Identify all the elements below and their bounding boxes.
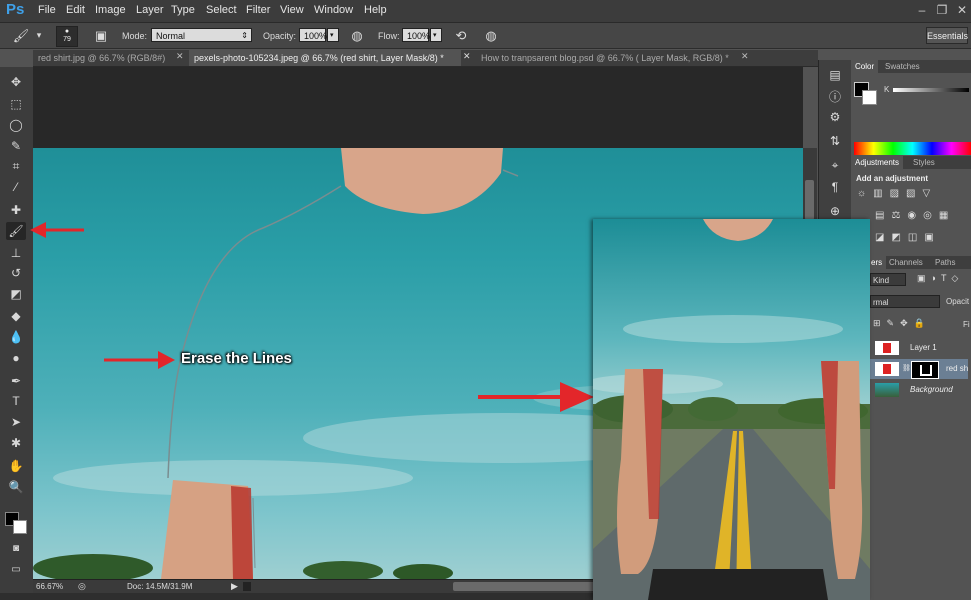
- k-slider-label: K: [884, 85, 890, 94]
- history-panel-icon[interactable]: ▤: [826, 66, 844, 84]
- layer-fill-label: Fi: [963, 320, 970, 329]
- tab-color[interactable]: Color: [851, 60, 879, 73]
- k-slider[interactable]: [893, 88, 969, 92]
- tab-swatches[interactable]: Swatches: [881, 60, 924, 73]
- layer-row-layer-1[interactable]: Layer 1: [870, 338, 968, 358]
- layer-opacity-label: Opacit: [946, 297, 970, 306]
- tab-channels[interactable]: Channels: [885, 256, 927, 269]
- layer-row-red-shirt[interactable]: ⛓ red sh: [870, 359, 968, 379]
- status-info-icon[interactable]: ◎: [78, 581, 86, 592]
- tab-styles[interactable]: Styles: [909, 156, 939, 169]
- layer-thumbnail: [875, 362, 899, 376]
- layer-kind-filter[interactable]: Kind: [870, 273, 906, 286]
- adjustment-icons-row-3[interactable]: ◪◩◫▣: [875, 232, 941, 243]
- color-background-swatch[interactable]: [862, 90, 877, 105]
- adjustment-icons-row-1[interactable]: ☼▥▨▧▽: [857, 188, 937, 199]
- status-menu-arrow-icon[interactable]: ▶: [231, 581, 238, 592]
- tool-presets-icon[interactable]: ⊕: [826, 202, 844, 220]
- layer-row-background[interactable]: Background: [870, 380, 968, 400]
- add-adjustment-label: Add an adjustment: [856, 174, 929, 183]
- result-preview-image: [593, 219, 870, 600]
- horizontal-scroll-thumb[interactable]: [453, 582, 603, 591]
- layer-thumbnail: [875, 341, 899, 355]
- character-panel-icon[interactable]: ⇅: [826, 132, 844, 150]
- layer-filter-icons[interactable]: ▣◑T◇: [917, 273, 963, 284]
- layer-mask-thumbnail[interactable]: [911, 361, 939, 379]
- paragraph-panel-icon[interactable]: ¶: [826, 178, 844, 196]
- color-spectrum[interactable]: [854, 142, 971, 155]
- scroll-thumb[interactable]: [805, 180, 814, 220]
- tab-adjustments[interactable]: Adjustments: [851, 156, 904, 169]
- brush-panel-icon[interactable]: ⚙: [826, 108, 844, 126]
- layer-name: Layer 1: [910, 343, 937, 352]
- tab-paths[interactable]: Paths: [931, 256, 959, 269]
- adjustment-icons-row-2[interactable]: ▤⚖◉◎▦: [875, 210, 955, 221]
- horizontal-scroll-left[interactable]: [243, 582, 251, 591]
- properties-panel-icon[interactable]: ⓘ: [826, 88, 844, 106]
- clone-source-icon[interactable]: ⌖: [826, 156, 844, 174]
- zoom-level[interactable]: 66.67%: [36, 582, 63, 591]
- link-icon[interactable]: ⛓: [902, 359, 911, 379]
- doc-size: Doc: 14.5M/31.9M: [127, 582, 193, 591]
- kind-filter-label: Kind: [873, 276, 890, 285]
- layer-name: Background: [910, 385, 953, 394]
- arrow-to-lines: [104, 351, 175, 369]
- layer-thumbnail: [875, 383, 899, 397]
- arrow-to-brush-tool: [30, 222, 84, 238]
- arrow-to-result: [478, 382, 594, 412]
- blend-mode-value: rmal: [873, 298, 889, 307]
- layer-name: red sh: [946, 364, 969, 373]
- layer-lock-icons[interactable]: ⊞✎✥🔒: [873, 318, 931, 329]
- result-preview-artwork: [593, 219, 870, 600]
- blend-mode-select[interactable]: rmal: [870, 295, 940, 308]
- erase-annotation-label: Erase the Lines: [181, 350, 292, 367]
